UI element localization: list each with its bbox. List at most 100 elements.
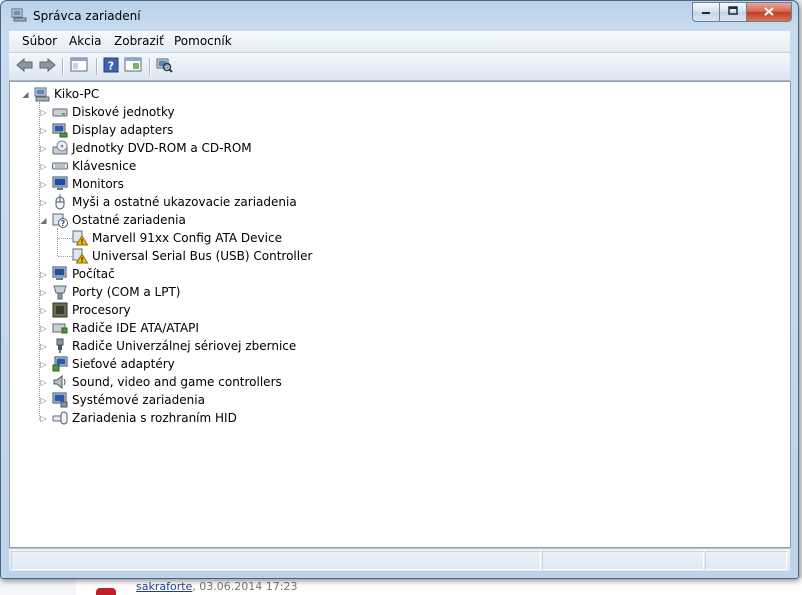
show-hide-console-tree-button[interactable] <box>69 57 89 75</box>
scan-hardware-button[interactable] <box>154 57 174 75</box>
port-icon <box>52 284 68 300</box>
window-title: Správca zariadení <box>33 9 141 23</box>
tree-item-label: Sieťové adaptéry <box>72 357 175 371</box>
title-bar[interactable]: Správca zariadení <box>1 1 798 31</box>
expand-triangle-icon[interactable]: ▷ <box>39 283 48 301</box>
processor-icon <box>52 302 68 318</box>
tree-item-label: Systémové zariadenia <box>72 393 205 407</box>
close-button[interactable] <box>747 2 792 22</box>
help-button[interactable]: ? <box>101 57 121 75</box>
minimize-icon <box>701 7 711 18</box>
tree-connector <box>58 256 72 257</box>
tree-item-label: Display adapters <box>72 123 174 137</box>
tree-item-dvd-cd-rom[interactable]: ▷ Jednotky DVD-ROM a CD-ROM <box>39 139 252 157</box>
expand-triangle-icon[interactable]: ▷ <box>39 139 48 157</box>
ide-controller-icon <box>52 320 68 336</box>
tree-item-ide-controllers[interactable]: ▷ Radiče IDE ATA/ATAPI <box>39 319 199 337</box>
expand-triangle-icon[interactable]: ▷ <box>39 301 48 319</box>
svg-text:?: ? <box>61 219 66 228</box>
tree-item-label: Diskové jednotky <box>72 105 175 119</box>
back-arrow-icon <box>16 57 34 75</box>
tree-item-label: Klávesnice <box>72 159 137 173</box>
tree-item-ports[interactable]: ▷ Porty (COM a LPT) <box>39 283 180 301</box>
svg-text:?: ? <box>108 59 114 72</box>
tree-item-network-adapters[interactable]: ▷ Sieťové adaptéry <box>39 355 175 373</box>
show-hide-console-tree-icon <box>70 57 88 75</box>
monitor-icon <box>52 176 68 192</box>
toolbar: ? <box>9 53 790 81</box>
tree-item-processors[interactable]: ▷ Procesory <box>39 301 131 319</box>
tree-item-computer[interactable]: ▷ Počítač <box>39 265 115 283</box>
maximize-icon <box>728 6 738 18</box>
warning-device-icon <box>72 248 88 264</box>
tree-root[interactable]: ◢ Kiko-PC <box>21 85 99 103</box>
forward-arrow-icon <box>38 57 56 75</box>
tree-item-monitors[interactable]: ▷ Monitors <box>39 175 124 193</box>
expand-triangle-icon[interactable]: ▷ <box>39 355 48 373</box>
expand-triangle-icon[interactable]: ▷ <box>39 391 48 409</box>
status-cell <box>705 551 787 570</box>
menu-help[interactable]: Pomocník <box>174 34 232 48</box>
network-adapter-icon <box>52 356 68 372</box>
maximize-button[interactable] <box>720 2 747 22</box>
tree-item-sound-video-game[interactable]: ▷ Sound, video and game controllers <box>39 373 282 391</box>
computer-name: Kiko-PC <box>54 87 100 101</box>
mouse-icon <box>52 194 68 210</box>
tree-item-other-devices[interactable]: ◢ ? Ostatné zariadenia <box>39 211 186 229</box>
tree-item-label: Porty (COM a LPT) <box>72 285 181 299</box>
expand-triangle-icon[interactable]: ▷ <box>39 175 48 193</box>
tree-item-usb-controllers[interactable]: ▷ Radiče Univerzálnej sériovej zbernice <box>39 337 296 355</box>
device-manager-window: Správca zariadení Súbor Akcia Zobraziť P… <box>0 0 799 579</box>
tree-item-label: Ostatné zariadenia <box>72 213 186 227</box>
properties-icon <box>124 57 142 75</box>
expand-triangle-icon[interactable]: ▷ <box>39 193 48 211</box>
menu-file[interactable]: Súbor <box>22 34 57 48</box>
display-adapter-icon <box>52 122 68 138</box>
expand-triangle-icon[interactable]: ▷ <box>39 157 48 175</box>
tree-item-keyboards[interactable]: ▷ Klávesnice <box>39 157 136 175</box>
tree-item-system-devices[interactable]: ▷ Systémové zariadenia <box>39 391 205 409</box>
unknown-device-icon: ? <box>52 212 68 228</box>
tree-item-disk-drives[interactable]: ▷ Diskové jednotky <box>39 103 175 121</box>
menu-action[interactable]: Akcia <box>69 34 101 48</box>
tree-item-display-adapters[interactable]: ▷ Display adapters <box>39 121 173 139</box>
expand-triangle-icon[interactable]: ▷ <box>39 373 48 391</box>
keyboard-icon <box>52 158 68 174</box>
expand-triangle-icon[interactable]: ▷ <box>39 265 48 283</box>
back-button[interactable] <box>15 57 35 75</box>
warning-device-icon <box>72 230 88 246</box>
caption-buttons <box>692 2 792 22</box>
tree-item-usb-controller[interactable]: Universal Serial Bus (USB) Controller <box>72 247 312 265</box>
tree-item-label: Monitors <box>72 177 124 191</box>
expand-triangle-icon[interactable]: ▷ <box>39 103 48 121</box>
status-bar <box>9 548 790 571</box>
speaker-icon <box>52 374 68 390</box>
device-manager-icon <box>11 8 27 22</box>
tree-item-label: Marvell 91xx Config ATA Device <box>92 231 282 245</box>
status-cell <box>11 551 541 570</box>
forward-button[interactable] <box>37 57 57 75</box>
scan-hardware-icon <box>155 57 173 76</box>
menu-bar: Súbor Akcia Zobraziť Pomocník <box>9 31 790 53</box>
collapse-triangle-icon[interactable]: ◢ <box>39 211 48 229</box>
background-comment-meta: sakraforte, 03.06.2014 17:23 <box>136 580 297 593</box>
minimize-button[interactable] <box>692 2 720 22</box>
menu-view[interactable]: Zobraziť <box>114 34 164 48</box>
toolbar-separator <box>62 58 64 75</box>
expand-triangle-icon[interactable]: ▷ <box>39 319 48 337</box>
author-link[interactable]: sakraforte <box>136 580 192 593</box>
tree-item-marvell-device[interactable]: Marvell 91xx Config ATA Device <box>72 229 282 247</box>
tree-connector <box>57 228 58 256</box>
tree-item-hid-devices[interactable]: ▷ Zariadenia s rozhraním HID <box>39 409 236 427</box>
tree-item-mice[interactable]: ▷ Myši a ostatné ukazovacie zariadenia <box>39 193 297 211</box>
expand-triangle-icon[interactable]: ▷ <box>39 409 48 427</box>
close-icon <box>764 5 774 19</box>
collapse-triangle-icon[interactable]: ◢ <box>21 85 30 103</box>
comment-date: , 03.06.2014 17:23 <box>192 580 298 593</box>
toolbar-separator <box>96 58 98 75</box>
expand-triangle-icon[interactable]: ▷ <box>39 337 48 355</box>
device-tree[interactable]: ◢ Kiko-PC ▷ Diskové jednotky ▷ Display a… <box>9 81 791 548</box>
expand-triangle-icon[interactable]: ▷ <box>39 121 48 139</box>
computer-icon <box>52 266 68 282</box>
properties-button[interactable] <box>123 57 143 75</box>
